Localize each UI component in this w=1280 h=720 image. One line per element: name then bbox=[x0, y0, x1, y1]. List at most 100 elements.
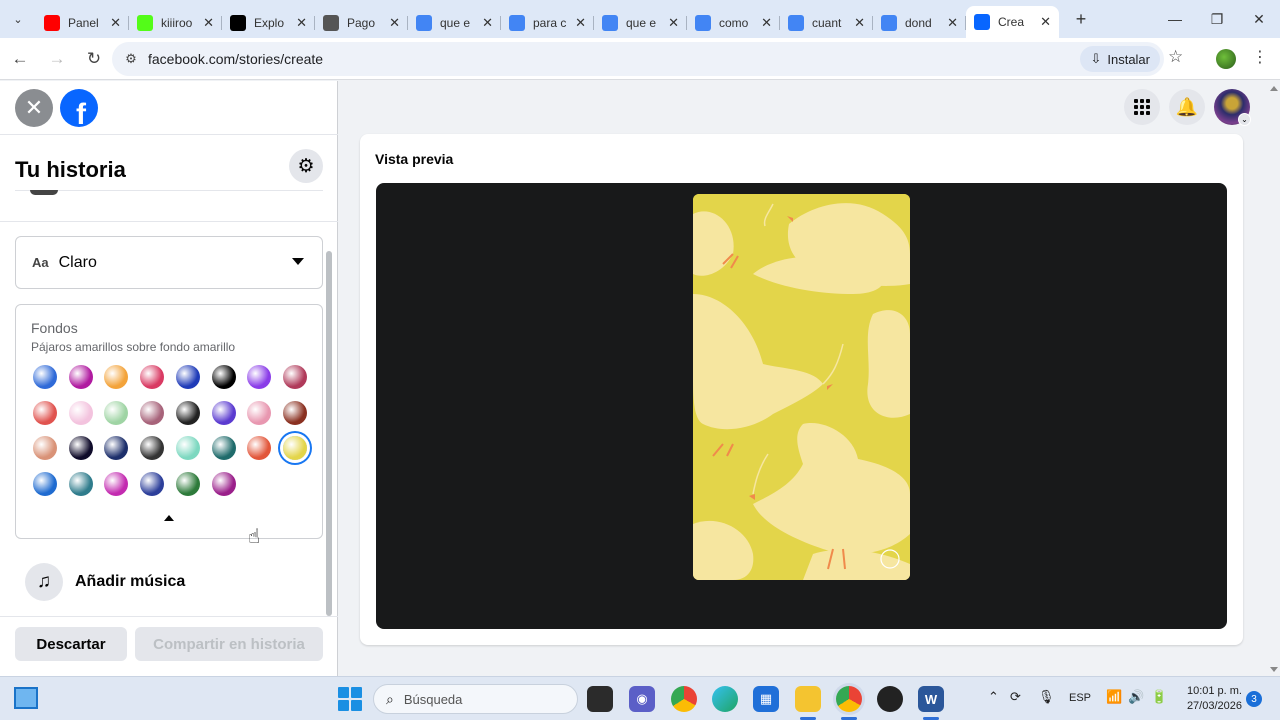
browser-tab[interactable]: Panel ✕ bbox=[36, 8, 129, 38]
background-swatch[interactable] bbox=[68, 471, 93, 496]
close-tab-icon[interactable]: ✕ bbox=[947, 15, 958, 31]
taskbar-search-box[interactable]: ⌕ Búsqueda bbox=[373, 684, 578, 714]
background-swatch[interactable] bbox=[68, 400, 93, 425]
background-swatch[interactable] bbox=[282, 365, 307, 389]
settings-gear-icon[interactable]: ⚙ bbox=[289, 149, 323, 183]
browser-profile-avatar[interactable] bbox=[1216, 49, 1236, 69]
restore-button[interactable]: ❐ bbox=[1196, 0, 1238, 38]
close-tab-icon[interactable]: ✕ bbox=[854, 15, 865, 31]
address-bar[interactable]: ⚙ facebook.com/stories/create ⇩ Instalar bbox=[112, 42, 1164, 76]
forward-button[interactable]: → bbox=[40, 42, 74, 76]
background-swatch[interactable] bbox=[68, 365, 93, 389]
background-swatch[interactable] bbox=[33, 365, 57, 389]
notifications-bell-icon[interactable]: 🔔 bbox=[1169, 89, 1205, 125]
scroll-up-arrow-icon[interactable] bbox=[1270, 86, 1278, 91]
widgets-icon[interactable] bbox=[14, 687, 38, 709]
minimize-button[interactable]: — bbox=[1154, 0, 1196, 38]
background-swatch[interactable] bbox=[68, 436, 93, 460]
browser-tab[interactable]: kiiiroo ✕ bbox=[129, 8, 222, 38]
site-info-icon[interactable]: ⚙ bbox=[116, 51, 146, 67]
background-swatch[interactable] bbox=[211, 400, 236, 425]
file-explorer-icon[interactable] bbox=[795, 686, 821, 712]
background-swatch[interactable] bbox=[140, 471, 165, 496]
browser-tab[interactable]: Pago ✕ bbox=[315, 8, 408, 38]
sidebar-scrollbar[interactable] bbox=[326, 251, 332, 616]
background-swatch[interactable] bbox=[140, 365, 165, 389]
background-swatch[interactable] bbox=[140, 436, 165, 460]
browser-tab[interactable]: para c ✕ bbox=[501, 8, 594, 38]
close-tab-icon[interactable]: ✕ bbox=[110, 15, 121, 31]
background-swatch[interactable] bbox=[33, 400, 57, 425]
browser-tab[interactable]: que e ✕ bbox=[594, 8, 687, 38]
input-language[interactable]: ESP bbox=[1069, 692, 1091, 704]
back-button[interactable]: ← bbox=[3, 42, 37, 76]
browser-tab[interactable]: que e ✕ bbox=[408, 8, 501, 38]
background-swatch[interactable] bbox=[104, 365, 129, 389]
close-tab-icon[interactable]: ✕ bbox=[389, 15, 400, 31]
close-tab-icon[interactable]: ✕ bbox=[1040, 14, 1051, 30]
install-app-button[interactable]: ⇩ Instalar bbox=[1080, 46, 1160, 72]
task-view-icon[interactable] bbox=[587, 686, 613, 712]
background-swatch[interactable] bbox=[104, 436, 129, 460]
add-music-button[interactable]: ♫ Añadir música bbox=[25, 562, 325, 602]
start-button-icon[interactable] bbox=[338, 687, 362, 711]
background-swatch[interactable] bbox=[33, 436, 57, 460]
facebook-logo-icon[interactable]: f bbox=[60, 89, 98, 127]
background-swatch[interactable] bbox=[211, 471, 236, 496]
edge-icon[interactable] bbox=[712, 686, 738, 712]
new-tab-button[interactable]: + bbox=[1065, 9, 1097, 30]
close-tab-icon[interactable]: ✕ bbox=[296, 15, 307, 31]
store-icon[interactable]: ▦ bbox=[753, 686, 779, 712]
sync-icon[interactable]: ⟳ bbox=[1010, 689, 1021, 705]
background-swatch[interactable] bbox=[282, 436, 307, 460]
close-tab-icon[interactable]: ✕ bbox=[668, 15, 679, 31]
browser-tab[interactable]: Explo ✕ bbox=[222, 8, 315, 38]
reload-button[interactable]: ↻ bbox=[77, 42, 111, 76]
collapse-arrow-icon[interactable] bbox=[164, 515, 174, 521]
discard-button[interactable]: Descartar bbox=[15, 627, 127, 661]
background-swatch[interactable] bbox=[247, 400, 272, 425]
system-clock[interactable]: 10:01 p. m. 27/03/2026 bbox=[1186, 684, 1242, 714]
browser-tab[interactable]: cuant ✕ bbox=[780, 8, 873, 38]
background-swatch[interactable] bbox=[175, 436, 200, 460]
background-swatch[interactable] bbox=[175, 471, 200, 496]
browser-tab[interactable]: dond ✕ bbox=[873, 8, 966, 38]
close-tab-icon[interactable]: ✕ bbox=[482, 15, 493, 31]
background-swatch[interactable] bbox=[104, 400, 129, 425]
background-swatch[interactable] bbox=[175, 365, 200, 389]
teams-icon[interactable]: ◉ bbox=[629, 686, 655, 712]
browser-menu-icon[interactable]: ⋮ bbox=[1252, 47, 1268, 67]
tab-search-button[interactable]: ⌄ bbox=[0, 0, 36, 38]
microphone-icon[interactable]: 🎙 bbox=[1038, 689, 1055, 705]
font-style-select[interactable]: Aa Claro bbox=[15, 236, 323, 289]
background-swatch[interactable] bbox=[33, 471, 57, 496]
share-to-story-button[interactable]: Compartir en historia bbox=[135, 627, 323, 661]
volume-icon[interactable]: 🔊 bbox=[1128, 689, 1144, 705]
close-tab-icon[interactable]: ✕ bbox=[761, 15, 772, 31]
menu-grid-icon[interactable] bbox=[1124, 89, 1160, 125]
background-swatch[interactable] bbox=[247, 436, 272, 460]
chevron-down-icon[interactable]: ⌄ bbox=[1238, 113, 1251, 126]
browser-tab[interactable]: Crea ✕ bbox=[966, 6, 1059, 38]
background-swatch[interactable] bbox=[247, 365, 272, 389]
browser-tab[interactable]: como ✕ bbox=[687, 8, 780, 38]
background-swatch[interactable] bbox=[104, 471, 129, 496]
background-swatch[interactable] bbox=[211, 365, 236, 389]
background-swatch[interactable] bbox=[175, 400, 200, 425]
word-icon[interactable]: W bbox=[918, 686, 944, 712]
notification-count-badge[interactable]: 3 bbox=[1246, 691, 1262, 707]
battery-icon[interactable]: 🔋 bbox=[1151, 689, 1167, 705]
tray-chevron-up-icon[interactable]: ⌃ bbox=[988, 689, 999, 705]
background-swatch[interactable] bbox=[140, 400, 165, 425]
close-icon[interactable]: ✕ bbox=[15, 89, 53, 127]
close-tab-icon[interactable]: ✕ bbox=[203, 15, 214, 31]
background-swatch[interactable] bbox=[282, 400, 307, 425]
close-window-button[interactable]: ✕ bbox=[1238, 0, 1280, 38]
wifi-icon[interactable]: 📶 bbox=[1106, 689, 1122, 705]
chrome-icon[interactable] bbox=[671, 686, 697, 712]
davinci-icon[interactable] bbox=[877, 686, 903, 712]
page-scrollbar[interactable] bbox=[1268, 82, 1280, 676]
scroll-down-arrow-icon[interactable] bbox=[1270, 667, 1278, 672]
background-swatch[interactable] bbox=[211, 436, 236, 460]
chrome-active-icon[interactable] bbox=[836, 686, 862, 712]
